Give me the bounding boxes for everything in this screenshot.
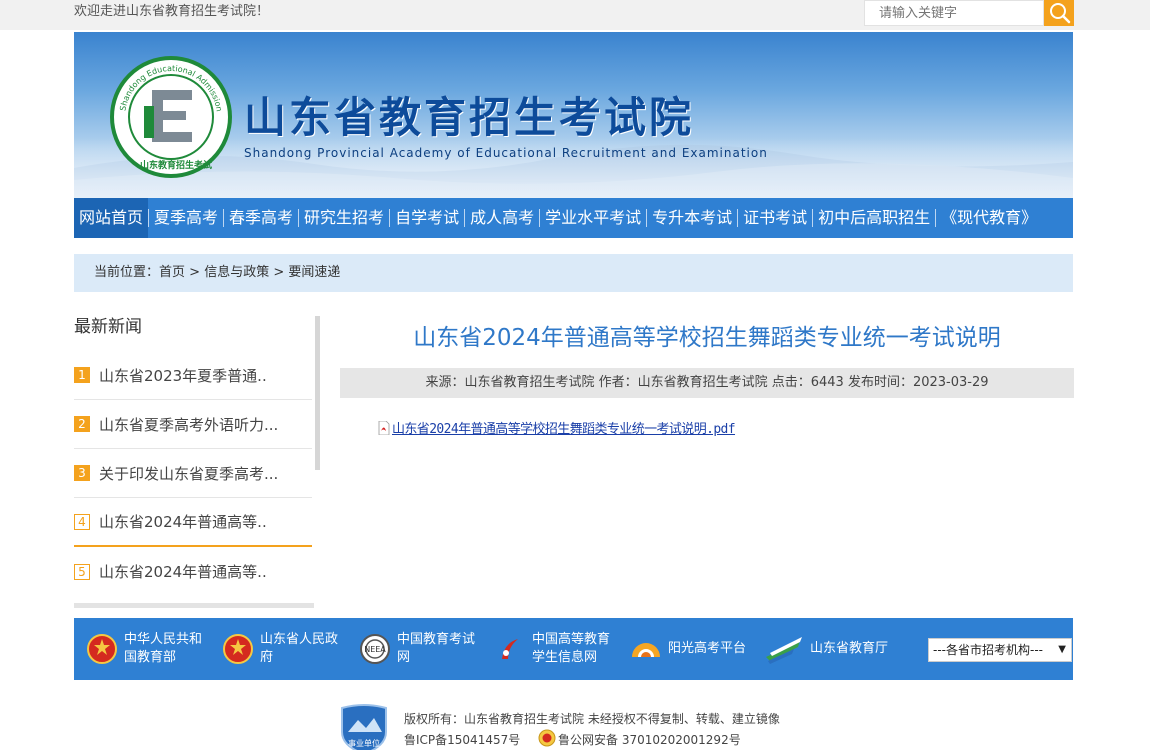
breadcrumb-info-policy[interactable]: 信息与政策 <box>204 265 269 280</box>
article-meta: 来源：山东省教育招生考试院 作者：山东省教育招生考试院 点击：6443 发布时间… <box>340 368 1074 398</box>
link-text-line: 中国高等教育 <box>532 632 611 647</box>
news-title: 山东省2024年普通高等.. <box>99 563 267 581</box>
news-item[interactable]: 5 山东省2024年普通高等.. <box>74 547 312 596</box>
dropdown-arrow-icon: ▼ <box>1058 644 1066 655</box>
sun-icon <box>632 643 660 657</box>
article-title: 山东省2024年普通高等学校招生舞蹈类专业统一考试说明 <box>413 325 1001 351</box>
header-banner: Shandong Educational Admission & Examina… <box>74 32 1073 198</box>
link-provincial-edu-dept[interactable]: 山东省教育厅 <box>764 618 888 680</box>
svg-text:NEEA: NEEA <box>364 645 386 654</box>
news-item[interactable]: 1 山东省2023年夏季普通.. <box>74 351 312 400</box>
nav-item-vocational-enrollment[interactable]: 初中后高职招生 <box>813 198 935 238</box>
top-bar: 欢迎走进山东省教育招生考试院！ <box>0 0 1150 30</box>
news-item[interactable]: 4 山东省2024年普通高等.. <box>74 498 312 547</box>
logo-bottom-text: 山东教育招生考试 <box>140 161 213 171</box>
agency-select-value: ---各省市招考机构--- <box>933 643 1043 657</box>
sidebar-scrollbar[interactable] <box>315 316 320 470</box>
news-item[interactable]: 2 山东省夏季高考外语听力... <box>74 400 312 449</box>
link-text-line: 山东省人民政 <box>260 632 339 647</box>
attachment-link[interactable]: 山东省2024年普通高等学校招生舞蹈类专业统一考试说明.pdf <box>392 418 736 437</box>
breadcrumb-home[interactable]: 首页 <box>159 265 185 280</box>
sidebar-bottom-bar <box>74 603 314 608</box>
news-rank-badge: 2 <box>74 416 90 432</box>
pdf-icon <box>378 420 390 435</box>
logo-inner-ring <box>128 74 214 160</box>
agency-select[interactable]: ---各省市招考机构--- ▼ <box>928 638 1072 662</box>
nav-item-self-study-exam[interactable]: 自学考试 <box>390 198 464 238</box>
copyright-text: 版权所有：山东省教育招生考试院 未经授权不得复制、转载、建立镜像 <box>404 712 780 726</box>
link-china-exam-net[interactable]: NEEA 中国教育考试网 <box>359 618 475 680</box>
welcome-text: 欢迎走进山东省教育招生考试院！ <box>74 4 270 19</box>
nav-item-spring-exam[interactable]: 春季高考 <box>224 198 298 238</box>
site-subtitle: Shandong Provincial Academy of Education… <box>244 146 768 160</box>
logo-e-icon <box>144 90 192 142</box>
friendly-links-bar: 中华人民共和 国教育部 山东省人民政府 NEEA 中国教育考试网 中国高等教育 学生… <box>74 618 1073 680</box>
national-emblem-icon <box>223 634 253 664</box>
breadcrumb-prefix: 当前位置： <box>94 265 160 280</box>
link-text-line: 中国教育考试 <box>397 632 476 647</box>
link-text-line: 网 <box>397 650 411 665</box>
nav-item-adult-exam[interactable]: 成人高考 <box>465 198 539 238</box>
news-rank-badge: 5 <box>74 563 90 580</box>
link-ministry-of-education[interactable]: 中华人民共和 国教育部 <box>86 618 202 680</box>
breadcrumb: 当前位置：首页 > 信息与政策 > 要闻速递 <box>74 254 1073 292</box>
svg-text:事业单位: 事业单位 <box>348 738 380 748</box>
breadcrumb-news[interactable]: 要闻速递 <box>288 265 340 280</box>
link-text-line: 阳光高考平台 <box>668 641 747 656</box>
nav-item-graduate-exam[interactable]: 研究生招考 <box>299 198 389 238</box>
link-sunshine-gaokao[interactable]: 阳光高考平台 <box>630 618 746 680</box>
police-record-link[interactable]: 鲁公网安备 37010202001292号 <box>558 731 741 748</box>
link-text-line: 山东省教育厅 <box>810 641 889 656</box>
search-icon <box>1050 3 1071 24</box>
national-emblem-icon <box>87 634 117 664</box>
nav-item-modern-education[interactable]: 《现代教育》 <box>936 198 1042 238</box>
news-title: 山东省夏季高考外语听力... <box>99 415 279 434</box>
nav-item-home[interactable]: 网站首页 <box>74 198 149 238</box>
nav-item-summer-exam[interactable]: 夏季高考 <box>149 198 223 238</box>
latest-news-title: 最新新闻 <box>74 317 142 337</box>
link-text-line: 学生信息网 <box>532 650 598 665</box>
news-title: 山东省2023年夏季普通.. <box>99 366 267 385</box>
news-title: 关于印发山东省夏季高考... <box>99 464 279 483</box>
news-rank-badge: 1 <box>74 367 90 383</box>
breadcrumb-separator: > <box>269 265 289 280</box>
academy-logo[interactable]: Shandong Educational Admission & Examina… <box>110 56 232 178</box>
icp-record-link[interactable]: 鲁ICP备15041457号 <box>404 731 520 748</box>
main-nav: 网站首页 夏季高考 春季高考 研究生招考 自学考试 成人高考 学业水平考试 专升… <box>74 198 1073 238</box>
chsi-icon <box>502 639 518 659</box>
breadcrumb-separator: > <box>185 265 205 280</box>
link-text-line: 国教育部 <box>124 650 177 665</box>
exam-center-icon: NEEA <box>360 634 390 664</box>
link-provincial-government[interactable]: 山东省人民政府 <box>222 618 338 680</box>
edu-dept-icon <box>766 637 802 664</box>
news-rank-badge: 4 <box>74 513 90 530</box>
site-title: 山东省教育招生考试院 <box>244 93 695 142</box>
news-rank-badge: 3 <box>74 465 90 481</box>
public-institution-seal-icon[interactable]: 事业单位 <box>338 702 390 750</box>
nav-item-upgrade-exam[interactable]: 专升本考试 <box>647 198 737 238</box>
search-input[interactable] <box>864 0 1044 26</box>
police-badge-icon <box>538 729 556 747</box>
latest-news-list: 1 山东省2023年夏季普通.. 2 山东省夏季高考外语听力... 3 关于印发… <box>74 351 312 596</box>
news-item[interactable]: 3 关于印发山东省夏季高考... <box>74 449 312 498</box>
news-title: 山东省2024年普通高等.. <box>99 513 267 531</box>
link-text-line: 府 <box>260 650 274 665</box>
link-text-line: 中华人民共和 <box>124 632 203 647</box>
search-button[interactable] <box>1044 0 1074 26</box>
attachment: 山东省2024年普通高等学校招生舞蹈类专业统一考试说明.pdf <box>378 418 736 437</box>
link-chsi[interactable]: 中国高等教育 学生信息网 <box>494 618 610 680</box>
nav-item-certificate-exam[interactable]: 证书考试 <box>738 198 812 238</box>
nav-item-proficiency-exam[interactable]: 学业水平考试 <box>540 198 646 238</box>
